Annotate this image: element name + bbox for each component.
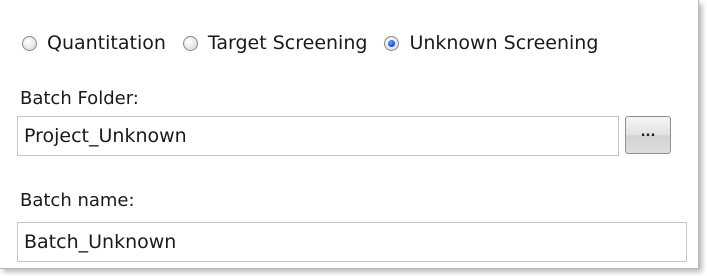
- batch-settings-panel: Quantitation Target Screening Unknown Sc…: [0, 0, 699, 269]
- batch-name-label: Batch name:: [20, 190, 135, 211]
- browse-folder-button[interactable]: ...: [625, 116, 671, 154]
- mode-label-unknown-screening: Unknown Screening: [409, 32, 599, 54]
- batch-name-input[interactable]: Batch_Unknown: [17, 222, 687, 262]
- batch-folder-label: Batch Folder:: [20, 88, 139, 109]
- mode-label-quantitation: Quantitation: [47, 32, 166, 54]
- screening-mode-group: Quantitation Target Screening Unknown Sc…: [22, 32, 615, 54]
- mode-option-target-screening[interactable]: Target Screening: [182, 32, 368, 54]
- radio-quantitation[interactable]: [22, 35, 37, 51]
- mode-option-quantitation[interactable]: Quantitation: [22, 32, 166, 54]
- mode-option-unknown-screening[interactable]: Unknown Screening: [384, 32, 598, 54]
- mode-label-target-screening: Target Screening: [207, 32, 368, 54]
- batch-folder-input[interactable]: Project_Unknown: [17, 116, 619, 156]
- radio-target-screening[interactable]: [182, 35, 198, 51]
- radio-unknown-screening[interactable]: [384, 35, 400, 51]
